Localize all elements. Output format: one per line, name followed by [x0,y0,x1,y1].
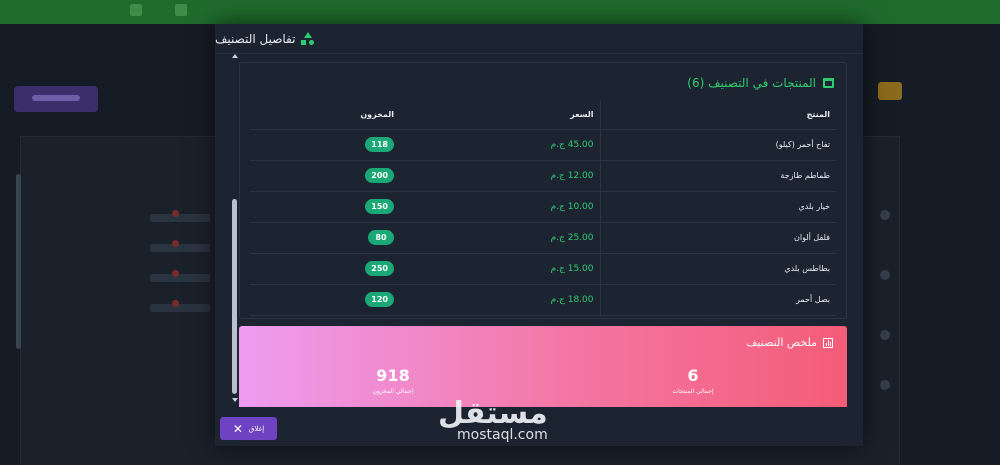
table-row: بطاطس بلدي 15.00 ج.م 250 [250,253,836,285]
products-card: المنتجات في التصنيف (6) المنتج السعر الم… [239,62,847,319]
background-button [14,86,98,112]
product-name: تفاح أحمر (كيلو) [599,129,836,161]
product-price: 25.00 ج.م [400,222,600,254]
total-products-value: 6 [687,366,699,385]
category-summary-card: ملخص التصنيف 6 إجمالي المنتجات 918 إجمال… [239,326,847,407]
product-name: فلفل ألوان [599,222,836,254]
stat-total-stock: 918 إجمالي المخزون [323,366,463,395]
summary-title: ملخص التصنيف [746,336,817,349]
stock-badge: 150 [365,199,394,214]
background-scrollbar [16,174,21,349]
modal-title: تفاصيل التصنيف [215,31,296,46]
column-header-product: المنتج [599,101,836,130]
shapes-icon [301,31,315,46]
product-name: خيار بلدي [599,191,836,223]
stock-badge: 200 [365,168,394,183]
product-price: 18.00 ج.م [400,284,600,316]
app-top-bar [0,0,1000,24]
stock-badge: 118 [365,137,394,152]
category-details-modal: تفاصيل التصنيف المنتجات في التصنيف (6) ا… [215,24,863,446]
products-card-title: المنتجات في التصنيف (6) [687,76,816,90]
bar-chart-icon [823,337,833,348]
table-row: فلفل ألوان 25.00 ج.م 80 [250,222,836,254]
product-name: بطاطس بلدي [599,253,836,285]
total-stock-value: 918 [376,366,410,385]
table-row: خيار بلدي 10.00 ج.م 150 [250,191,836,223]
modal-header: تفاصيل التصنيف [215,24,863,54]
stock-badge: 250 [365,261,394,276]
column-header-stock: المخزون [250,101,400,130]
scroll-down-arrow[interactable] [232,398,238,402]
summary-header: ملخص التصنيف [746,336,833,349]
scroll-thumb[interactable] [232,199,237,394]
toolbar-icon [175,4,187,16]
stat-total-products: 6 إجمالي المنتجات [623,366,763,395]
stock-badge: 80 [368,230,394,245]
modal-body: المنتجات في التصنيف (6) المنتج السعر الم… [239,62,849,407]
product-name: بصل أحمر [599,284,836,316]
table-row: بصل أحمر 18.00 ج.م 120 [250,284,836,316]
table-row: طماطم طازجة 12.00 ج.م 200 [250,160,836,192]
modal-scrollbar[interactable] [232,54,238,404]
column-header-price: السعر [400,101,600,130]
close-button-label: إغلاق [248,424,265,433]
table-header-row: المنتج السعر المخزون [250,101,836,130]
product-price: 10.00 ج.م [400,191,600,223]
product-price: 15.00 ج.م [400,253,600,285]
table-row: تفاح أحمر (كيلو) 45.00 ج.م 118 [250,129,836,161]
total-products-label: إجمالي المنتجات [672,388,714,395]
total-stock-label: إجمالي المخزون [372,388,414,395]
archive-box-icon [823,78,834,88]
toolbar-icon [130,4,142,16]
products-table: المنتج السعر المخزون تفاح أحمر (كيلو) 45… [250,101,836,316]
watermark-logo: مستقل mostaql.com [438,396,548,443]
product-price: 45.00 ج.م [400,129,600,161]
close-button[interactable]: إغلاق ✕ [220,417,277,440]
product-name: طماطم طازجة [599,160,836,192]
product-price: 12.00 ج.م [400,160,600,192]
scroll-up-arrow[interactable] [232,54,238,58]
folder-icon [878,82,902,100]
products-card-header: المنتجات في التصنيف (6) [687,73,834,93]
stock-badge: 120 [365,292,394,307]
watermark-arabic: مستقل [438,396,548,431]
close-icon: ✕ [232,421,243,436]
